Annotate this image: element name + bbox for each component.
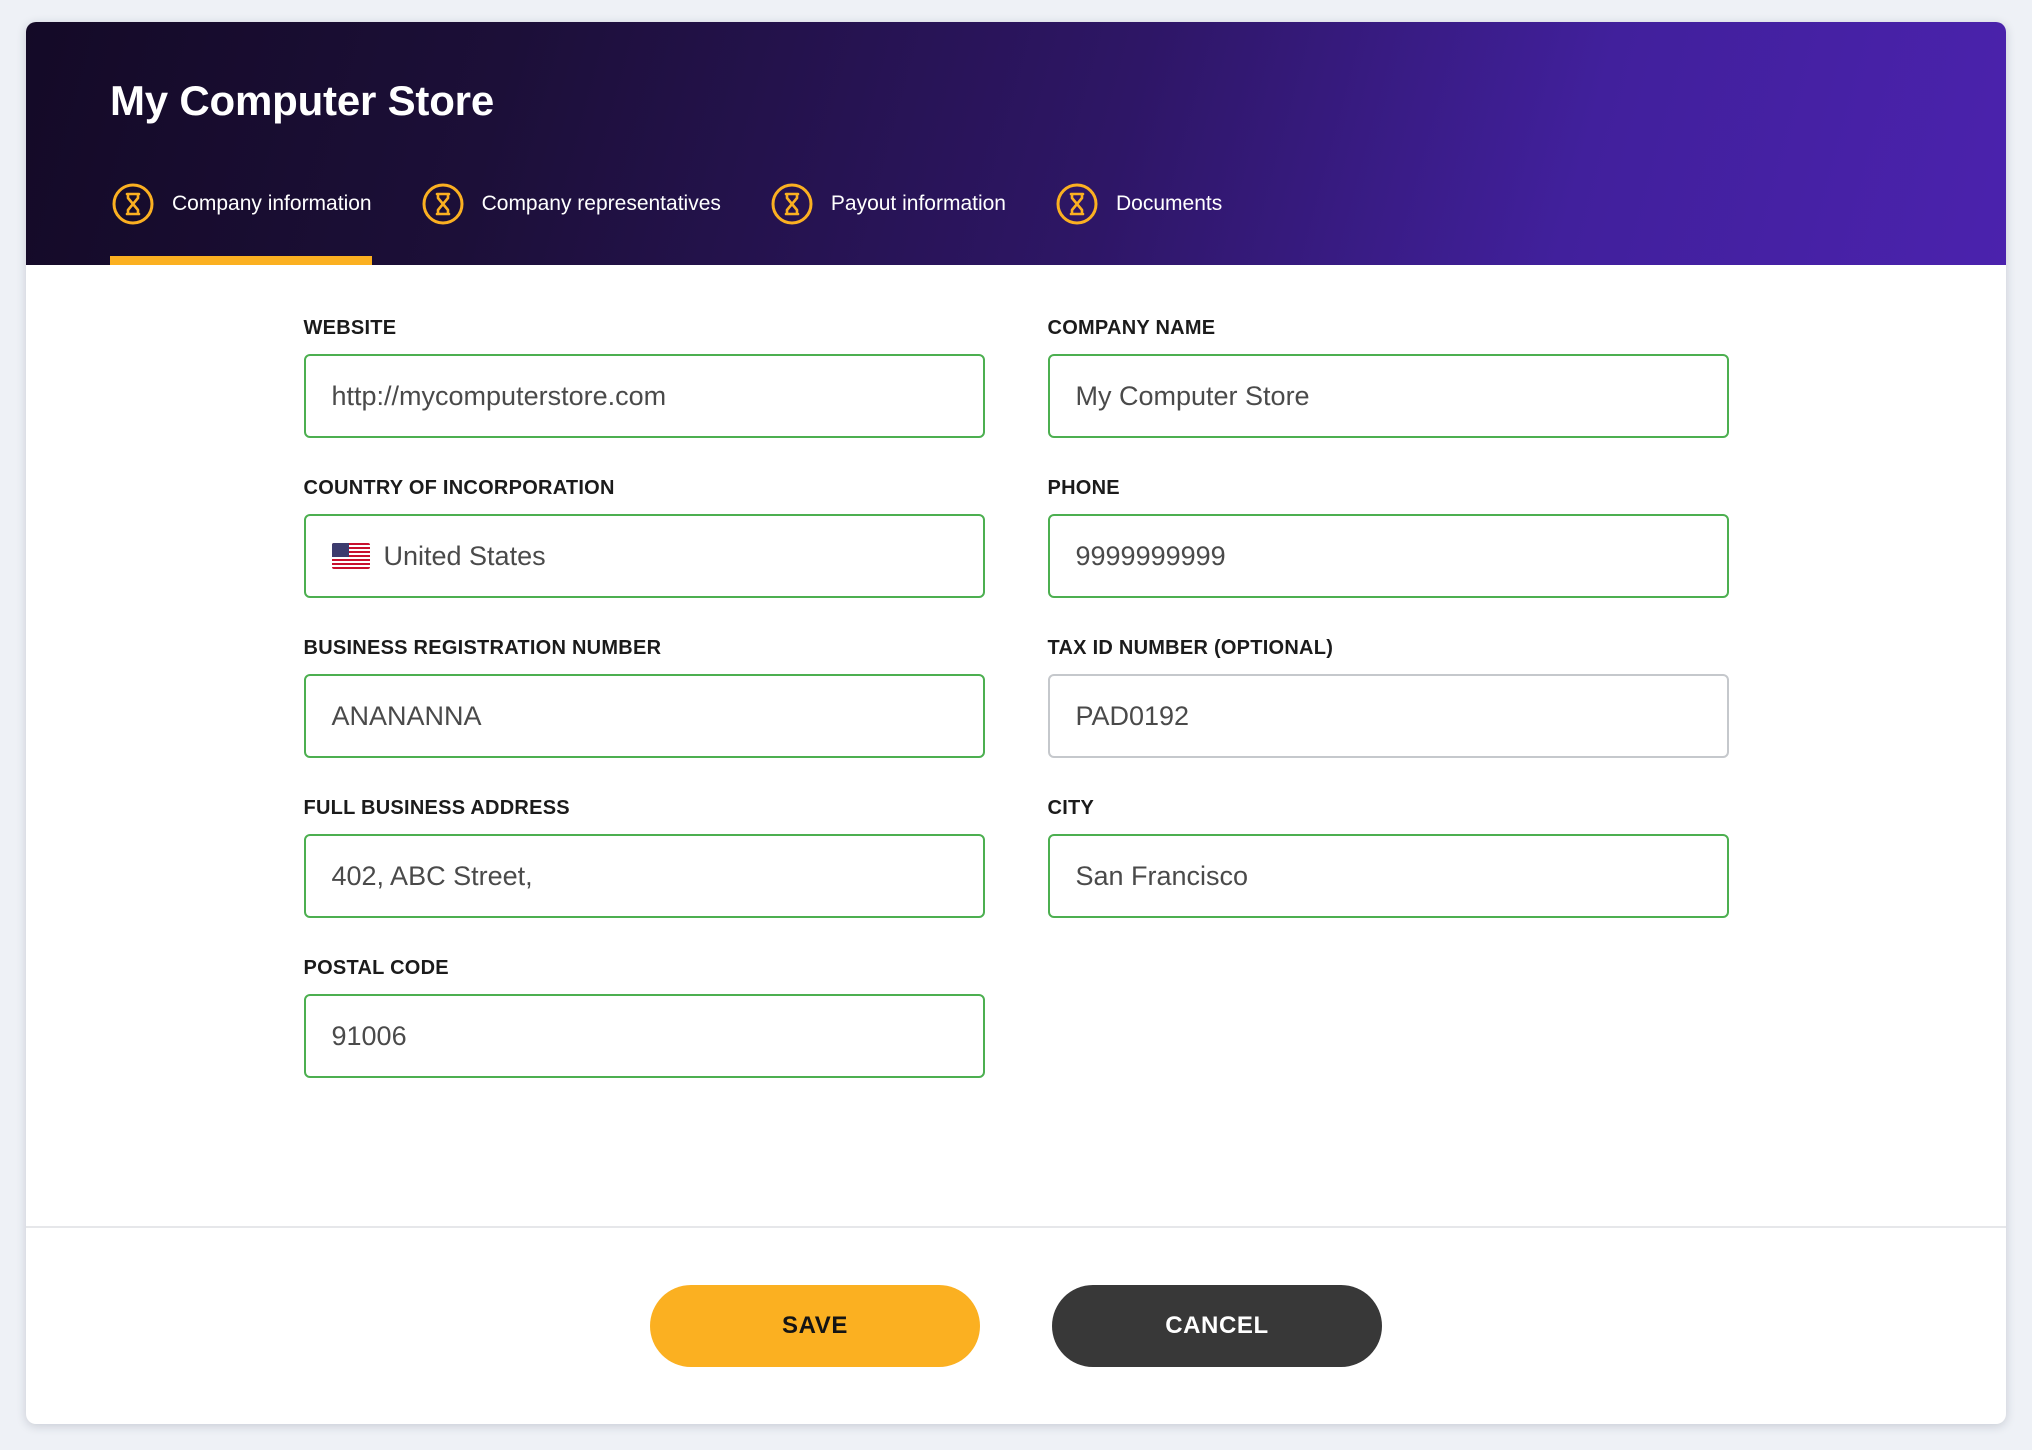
phone-input[interactable]: 9999999999 <box>1047 514 1729 598</box>
field-website: WEBSITE http://mycomputerstore.com <box>303 317 985 438</box>
tab-label: Payout information <box>830 191 1006 215</box>
card-header: My Computer Store Company information Co… <box>26 22 2006 265</box>
grid-gutter <box>985 317 1048 477</box>
company-name-value: My Computer Store <box>1075 380 1310 411</box>
website-label: WEBSITE <box>303 317 397 339</box>
tab-bar: Company information Company representati… <box>110 160 1222 265</box>
save-button[interactable]: SAVE <box>650 1285 980 1367</box>
address-input[interactable]: 402, ABC Street, <box>303 834 985 918</box>
onboarding-card: My Computer Store Company information Co… <box>26 22 2006 1424</box>
tab-payout-information[interactable]: Payout information <box>769 160 1006 265</box>
country-value: United States <box>383 540 546 571</box>
tab-company-representatives[interactable]: Company representatives <box>420 160 721 265</box>
phone-value: 9999999999 <box>1075 540 1226 571</box>
field-country-of-incorporation: COUNTRY OF INCORPORATION United States <box>303 477 985 598</box>
country-select[interactable]: United States <box>303 514 985 598</box>
city-label: CITY <box>1047 797 1095 819</box>
cancel-button[interactable]: CANCEL <box>1052 1285 1382 1367</box>
page-background: My Computer Store Company information Co… <box>0 0 2032 1450</box>
form-body: WEBSITE http://mycomputerstore.com COMPA… <box>26 265 2006 1226</box>
field-city: CITY San Francisco <box>1047 797 1729 918</box>
website-value: http://mycomputerstore.com <box>331 380 667 411</box>
field-postal-code: POSTAL CODE 91006 <box>303 957 985 1078</box>
grid-gutter <box>985 957 1048 1117</box>
grid-empty-cell <box>1048 957 1729 1117</box>
company-information-form: WEBSITE http://mycomputerstore.com COMPA… <box>303 317 1729 1117</box>
field-company-name: COMPANY NAME My Computer Store <box>1047 317 1729 438</box>
tax-id-label: TAX ID NUMBER (OPTIONAL) <box>1047 637 1334 659</box>
field-business-registration-number: BUSINESS REGISTRATION NUMBER ANANANNA <box>303 637 985 758</box>
tab-label: Documents <box>1116 191 1223 215</box>
field-phone: PHONE 9999999999 <box>1047 477 1729 598</box>
country-label: COUNTRY OF INCORPORATION <box>303 477 615 499</box>
business-registration-input[interactable]: ANANANNA <box>303 674 985 758</box>
company-name-label: COMPANY NAME <box>1047 317 1216 339</box>
hourglass-circle-icon <box>769 181 815 227</box>
us-flag-icon <box>331 543 370 569</box>
postal-code-label: POSTAL CODE <box>303 957 449 979</box>
website-input[interactable]: http://mycomputerstore.com <box>303 354 985 438</box>
address-label: FULL BUSINESS ADDRESS <box>303 797 570 819</box>
hourglass-circle-icon <box>420 181 466 227</box>
grid-gutter <box>985 637 1048 797</box>
address-value: 402, ABC Street, <box>331 860 533 891</box>
hourglass-circle-icon <box>110 181 156 227</box>
page-title: My Computer Store <box>110 77 494 124</box>
grid-gutter <box>985 797 1048 957</box>
phone-label: PHONE <box>1047 477 1120 499</box>
city-value: San Francisco <box>1075 860 1249 891</box>
hourglass-circle-icon <box>1054 181 1100 227</box>
postal-code-input[interactable]: 91006 <box>303 994 985 1078</box>
tab-label: Company representatives <box>481 191 721 215</box>
active-tab-indicator <box>110 256 372 265</box>
company-name-input[interactable]: My Computer Store <box>1047 354 1729 438</box>
tab-company-information[interactable]: Company information <box>110 160 372 265</box>
tax-id-value: PAD0192 <box>1075 700 1190 731</box>
tab-documents[interactable]: Documents <box>1054 160 1222 265</box>
form-footer: SAVE CANCEL <box>26 1226 2006 1424</box>
postal-code-value: 91006 <box>331 1020 407 1051</box>
business-registration-label: BUSINESS REGISTRATION NUMBER <box>303 637 662 659</box>
tax-id-input[interactable]: PAD0192 <box>1047 674 1729 758</box>
city-input[interactable]: San Francisco <box>1047 834 1729 918</box>
field-tax-id-number: TAX ID NUMBER (OPTIONAL) PAD0192 <box>1047 637 1729 758</box>
field-full-business-address: FULL BUSINESS ADDRESS 402, ABC Street, <box>303 797 985 918</box>
business-registration-value: ANANANNA <box>331 700 482 731</box>
tab-label: Company information <box>172 191 372 215</box>
grid-gutter <box>985 477 1048 637</box>
